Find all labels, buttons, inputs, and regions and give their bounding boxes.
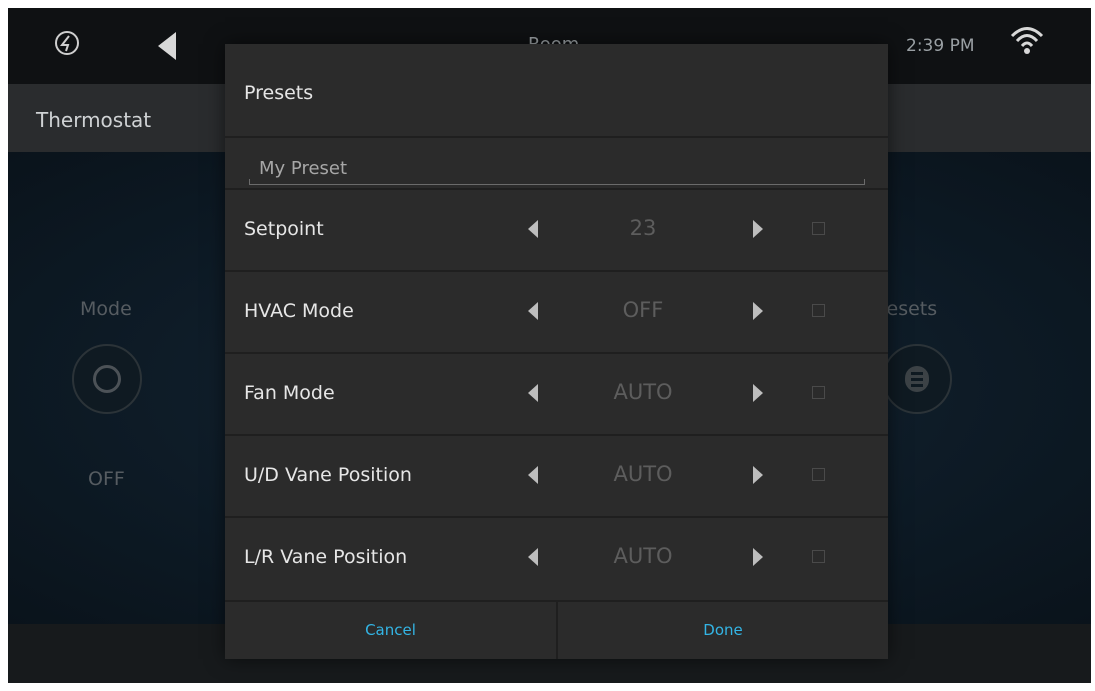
decrease-arrow-icon[interactable] bbox=[528, 302, 538, 320]
mode-value: OFF bbox=[88, 468, 125, 490]
ud-vane-row: U/D Vane Position AUTO bbox=[225, 434, 888, 516]
row-value: AUTO bbox=[613, 380, 673, 404]
wifi-icon bbox=[1010, 22, 1044, 66]
fan-mode-row: Fan Mode AUTO bbox=[225, 352, 888, 434]
presets-button[interactable] bbox=[882, 344, 952, 414]
row-value: 23 bbox=[629, 216, 657, 240]
decrease-arrow-icon[interactable] bbox=[528, 384, 538, 402]
row-value: OFF bbox=[622, 298, 664, 322]
done-button[interactable]: Done bbox=[558, 602, 888, 659]
include-checkbox[interactable] bbox=[812, 386, 825, 399]
row-label: U/D Vane Position bbox=[244, 464, 412, 486]
setpoint-row: Setpoint 23 bbox=[225, 188, 888, 270]
back-arrow-icon[interactable] bbox=[158, 32, 176, 60]
decrease-arrow-icon[interactable] bbox=[528, 548, 538, 566]
divider bbox=[225, 136, 888, 138]
page-title: Thermostat bbox=[36, 108, 152, 132]
row-value: AUTO bbox=[613, 544, 673, 568]
lr-vane-row: L/R Vane Position AUTO bbox=[225, 516, 888, 598]
row-value: AUTO bbox=[613, 462, 673, 486]
row-label: Fan Mode bbox=[244, 382, 335, 404]
clock-time: 2:39 PM bbox=[906, 36, 975, 56]
app-frame: Room 2:39 PM Thermostat Mode OFF Presets bbox=[8, 8, 1091, 683]
dialog-title: Presets bbox=[244, 82, 314, 104]
increase-arrow-icon[interactable] bbox=[753, 302, 763, 320]
mode-button[interactable] bbox=[72, 344, 142, 414]
presets-menu-icon bbox=[905, 366, 929, 392]
preset-name-input[interactable] bbox=[249, 148, 865, 188]
include-checkbox[interactable] bbox=[812, 468, 825, 481]
mode-label: Mode bbox=[80, 298, 132, 320]
dialog-actions: Cancel Done bbox=[225, 600, 888, 659]
row-label: Setpoint bbox=[244, 218, 324, 240]
hvac-mode-row: HVAC Mode OFF bbox=[225, 270, 888, 352]
row-label: L/R Vane Position bbox=[244, 546, 408, 568]
cancel-button[interactable]: Cancel bbox=[225, 602, 556, 659]
decrease-arrow-icon[interactable] bbox=[528, 220, 538, 238]
power-ring-icon bbox=[93, 365, 121, 393]
include-checkbox[interactable] bbox=[812, 222, 825, 235]
include-checkbox[interactable] bbox=[812, 550, 825, 563]
presets-dialog: Presets Setpoint 23 HVAC Mode OFF Fan Mo… bbox=[225, 44, 888, 659]
increase-arrow-icon[interactable] bbox=[753, 466, 763, 484]
input-underline bbox=[249, 179, 865, 185]
brand-logo-icon bbox=[54, 30, 80, 60]
decrease-arrow-icon[interactable] bbox=[528, 466, 538, 484]
increase-arrow-icon[interactable] bbox=[753, 548, 763, 566]
increase-arrow-icon[interactable] bbox=[753, 384, 763, 402]
increase-arrow-icon[interactable] bbox=[753, 220, 763, 238]
include-checkbox[interactable] bbox=[812, 304, 825, 317]
row-label: HVAC Mode bbox=[244, 300, 354, 322]
